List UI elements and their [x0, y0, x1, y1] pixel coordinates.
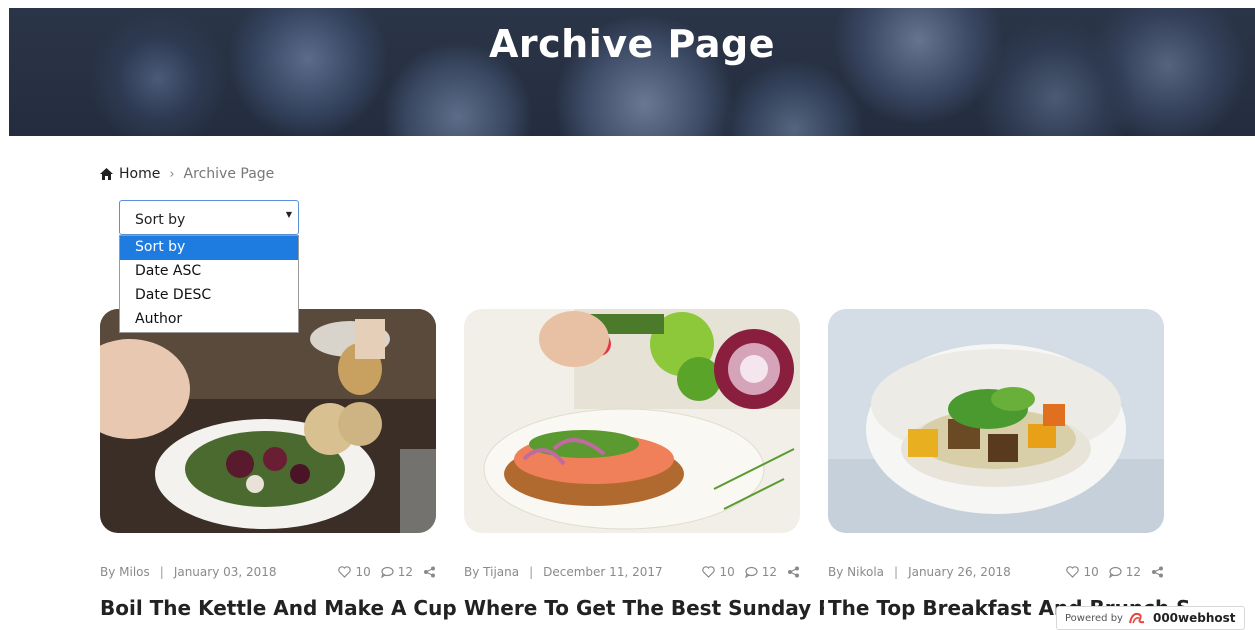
post-card[interactable] [100, 309, 436, 533]
post-image[interactable] [828, 309, 1164, 533]
post-stats: 10 12 [1066, 565, 1164, 579]
post-stats: 10 12 [702, 565, 800, 579]
breadcrumb-home-link[interactable]: Home [119, 166, 160, 182]
meta-divider: | [159, 565, 164, 579]
sort-option-date-asc[interactable]: Date ASC [120, 260, 298, 284]
chevron-down-icon: ▼ [285, 210, 292, 219]
post-image[interactable] [100, 309, 436, 533]
post-author[interactable]: By Tijana [464, 565, 519, 579]
likes-count: 10 [1083, 565, 1099, 579]
sort-option-sort-by[interactable]: Sort by [120, 236, 298, 260]
hero-banner: Archive Page [9, 8, 1255, 136]
sort-option-date-desc[interactable]: Date DESC [120, 284, 298, 308]
comments-count: 12 [1125, 565, 1141, 579]
comments-count: 12 [761, 565, 777, 579]
post-date: December 11, 2017 [543, 565, 663, 579]
post-card[interactable] [828, 309, 1164, 533]
meta-divider: | [894, 565, 899, 579]
powered-by-label: Powered by [1065, 612, 1123, 624]
sort-select-value: Sort by [135, 212, 186, 228]
likes-count: 10 [719, 565, 735, 579]
likes-count: 10 [355, 565, 371, 579]
bowl-photo [828, 309, 1164, 533]
post-meta: By Tijana | December 11, 2017 10 12 [464, 565, 800, 579]
sandwich-photo [464, 309, 800, 533]
post-image[interactable] [464, 309, 800, 533]
breadcrumb-current: Archive Page [183, 166, 275, 182]
post-title[interactable]: Boil The Kettle And Make A Cup Of Tea Fo… [100, 594, 460, 630]
post-card[interactable] [464, 309, 800, 533]
post-date: January 26, 2018 [908, 565, 1011, 579]
post-author[interactable]: By Milos [100, 565, 150, 579]
comments-count: 12 [397, 565, 413, 579]
page-title: Archive Page [489, 22, 775, 66]
heart-icon[interactable] [1066, 566, 1080, 578]
comment-icon[interactable] [1108, 566, 1122, 578]
heart-icon[interactable] [702, 566, 716, 578]
powered-by-brand: 000webhost [1152, 611, 1236, 625]
salad-photo [100, 309, 436, 533]
post-meta: By Nikola | January 26, 2018 10 12 [828, 565, 1164, 579]
sort-dropdown[interactable]: Sort by Date ASC Date DESC Author [119, 235, 299, 333]
comment-icon[interactable] [380, 566, 394, 578]
meta-divider: | [529, 565, 534, 579]
powered-by-badge[interactable]: Powered by 000webhost [1056, 606, 1245, 630]
comment-icon[interactable] [744, 566, 758, 578]
share-icon[interactable] [787, 566, 800, 578]
heart-icon[interactable] [338, 566, 352, 578]
breadcrumb: Home › Archive Page [100, 166, 274, 182]
post-date: January 03, 2018 [173, 565, 277, 579]
post-meta: By Milos | January 03, 2018 10 12 [100, 565, 436, 579]
webhost-logo-icon [1128, 612, 1145, 624]
post-author[interactable]: By Nikola [828, 565, 884, 579]
breadcrumb-separator: › [169, 166, 175, 182]
share-icon[interactable] [1151, 566, 1164, 578]
post-title[interactable]: Where To Get The Best Sunday Roast In Th… [464, 594, 824, 630]
post-stats: 10 12 [338, 565, 436, 579]
share-icon[interactable] [423, 566, 436, 578]
home-icon [100, 168, 113, 180]
sort-select[interactable]: Sort by ▼ [119, 200, 299, 235]
sort-option-author[interactable]: Author [120, 308, 298, 332]
